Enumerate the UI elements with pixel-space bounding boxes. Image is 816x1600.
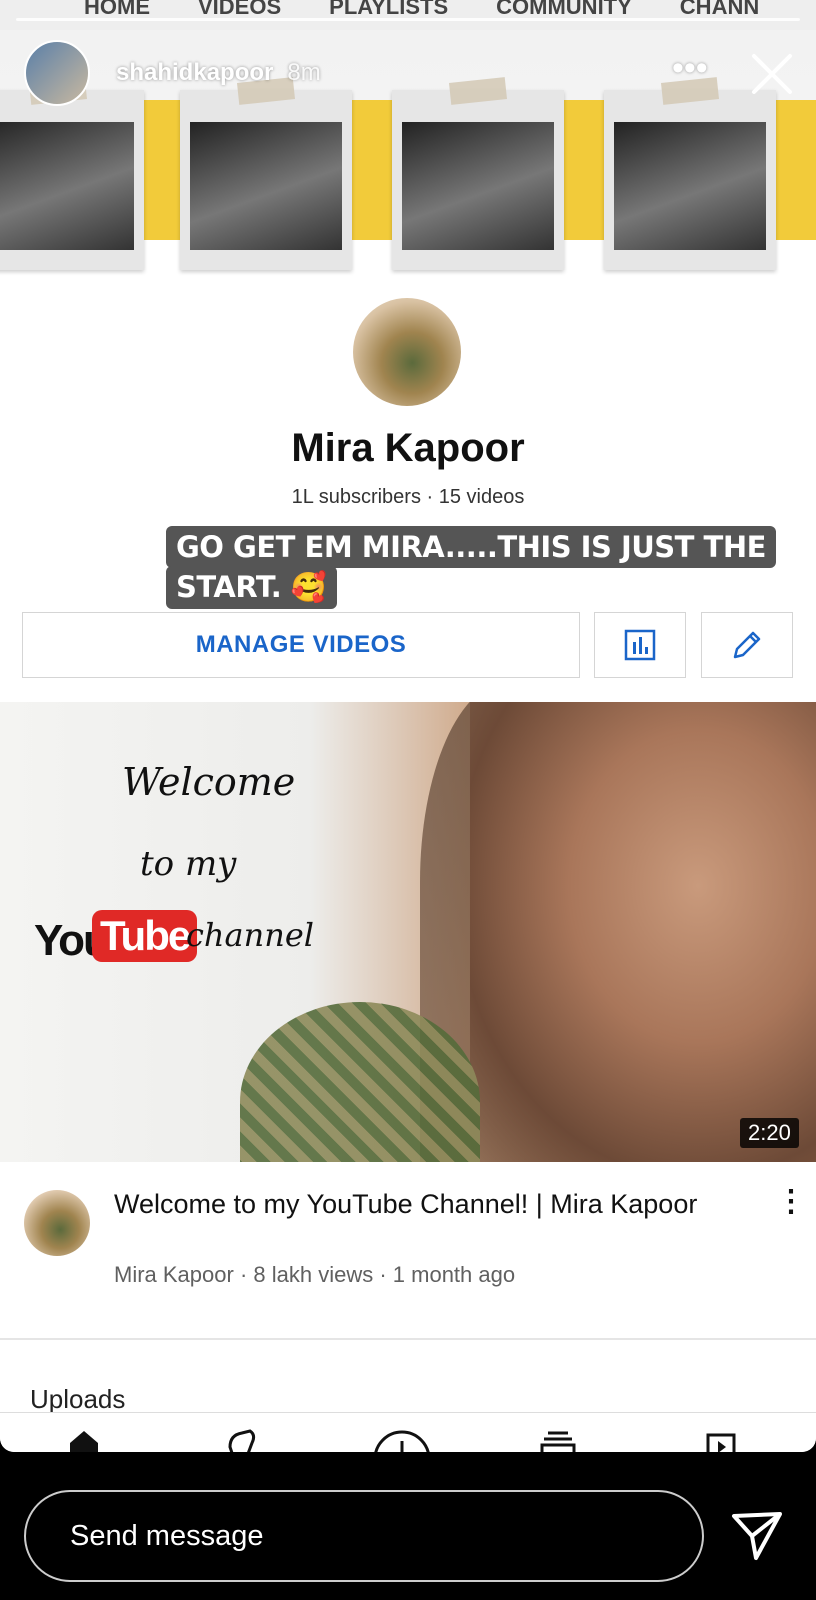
photo [0, 122, 134, 250]
youtube-channel-tabs: HOME VIDEOS PLAYLISTS COMMUNITY CHANN [0, 0, 816, 30]
banner-photo [0, 77, 144, 270]
thumbnail-text-welcome: Welcome [122, 760, 296, 804]
banner-photo [180, 77, 352, 270]
pencil-icon [733, 631, 761, 659]
tab-playlists: PLAYLISTS [329, 0, 449, 19]
thumbnail-photo-face [470, 702, 816, 1162]
story-username[interactable]: shahidkapoor [116, 59, 273, 87]
thumbnail-text-channel: channel [186, 916, 314, 954]
video-channel-avatar[interactable] [24, 1190, 90, 1256]
video-duration-badge: 2:20 [740, 1118, 799, 1148]
video-views-age: · 8 lakh views · 1 month ago [239, 1262, 516, 1287]
home-icon[interactable] [64, 1429, 104, 1452]
send-message-placeholder: Send message [70, 1519, 264, 1552]
channel-avatar[interactable] [353, 298, 461, 406]
thumbnail-text-to-my: to my [140, 844, 237, 884]
story-caption-line-1: GO GET EM MIRA.....THIS IS JUST THE [166, 526, 776, 568]
photo [402, 122, 554, 250]
story-avatar[interactable] [24, 40, 90, 106]
analytics-button[interactable] [594, 612, 686, 678]
video-title[interactable]: Welcome to my YouTube Channel! | Mira Ka… [114, 1186, 714, 1222]
story-frame: HOME VIDEOS PLAYLISTS COMMUNITY CHANN sh… [0, 0, 816, 1452]
manage-videos-button[interactable]: MANAGE VIDEOS [22, 612, 580, 678]
youtube-logo-tube: Tube [92, 910, 198, 962]
divider [0, 1338, 816, 1340]
story-timestamp: 8m [287, 59, 321, 86]
more-horizontal-icon[interactable]: ••• [672, 51, 712, 88]
subscriptions-icon[interactable] [538, 1429, 578, 1452]
banner-photo [392, 77, 564, 270]
youtube-bottom-nav [0, 1412, 816, 1452]
close-icon[interactable] [750, 52, 794, 96]
tab-community: COMMUNITY [496, 0, 632, 19]
video-more-vertical-icon[interactable]: ⋮ [776, 1186, 806, 1222]
analytics-chart-icon [624, 629, 656, 661]
shorts-icon[interactable] [222, 1429, 262, 1452]
channel-name: Mira Kapoor [291, 426, 525, 470]
send-message-input[interactable]: Send message [24, 1490, 704, 1582]
channel-stats: 1L subscribers · 15 videos [291, 486, 525, 508]
library-icon[interactable] [700, 1429, 740, 1452]
uploads-heading: Uploads [30, 1384, 126, 1414]
edit-channel-button[interactable] [701, 612, 793, 678]
tab-channels: CHANN [679, 0, 760, 19]
send-icon[interactable] [730, 1508, 784, 1562]
featured-video-thumbnail[interactable]: Welcome to my You Tube channel [0, 702, 816, 1162]
photo [190, 122, 342, 250]
story-caption-line-2: START. 🥰 [166, 566, 337, 609]
story-header: shahidkapoor 8m [24, 40, 321, 106]
video-channel-name: Mira Kapoor [114, 1262, 234, 1287]
photo [614, 122, 766, 250]
video-meta: Mira Kapoor · 8 lakh views · 1 month ago [114, 1262, 515, 1288]
banner-photo [604, 77, 776, 270]
story-progress-bar [16, 18, 800, 21]
tab-home: HOME [84, 0, 150, 19]
tape-decoration [449, 77, 507, 105]
create-icon[interactable] [372, 1429, 432, 1452]
tab-videos: VIDEOS [198, 0, 282, 19]
